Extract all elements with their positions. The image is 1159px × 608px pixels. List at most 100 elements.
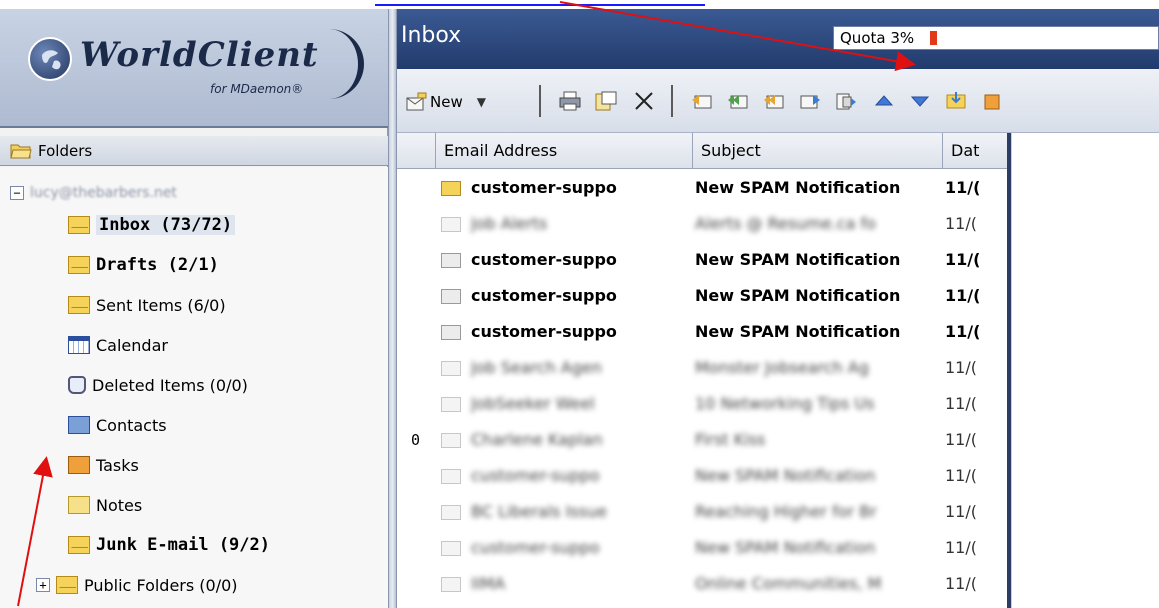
envelope-icon	[68, 536, 90, 554]
message-date: 11/(	[945, 286, 981, 305]
folder-label: Notes	[96, 495, 143, 515]
quota-meter: Quota 3%	[833, 26, 1159, 50]
column-subject[interactable]: Subject	[692, 133, 942, 169]
folder-label: Sent Items (6/0)	[96, 295, 226, 315]
next-message-icon[interactable]	[909, 91, 931, 111]
more-tools-icon[interactable]	[981, 91, 1003, 111]
account-row[interactable]: − lucy@thebarbers.net	[10, 177, 177, 209]
message-row[interactable]: customer-suppo New SPAM Notification 11/(	[397, 317, 1007, 349]
new-label: New	[430, 93, 463, 111]
folder-item[interactable]: Deleted Items (0/0)	[68, 369, 248, 401]
top-link-underline[interactable]	[375, 0, 705, 6]
folder-label: Deleted Items (0/0)	[92, 375, 248, 395]
mark-message-icon[interactable]	[945, 91, 967, 111]
attachment-icon: 0	[411, 431, 421, 449]
envelope-icon	[441, 217, 461, 232]
inbox-title-bar: Inbox Quota 3%	[397, 9, 1159, 69]
forward-icon[interactable]	[799, 91, 821, 111]
envelope-icon	[68, 216, 90, 234]
message-row[interactable]: JobSeeker Weel 10 Networking Tips Us 11/(	[397, 389, 1007, 421]
message-from: Job Alerts	[471, 214, 548, 233]
message-row[interactable]: BC Liberals Issue Reaching Higher for Br 1…	[397, 497, 1007, 529]
folder-item[interactable]: Contacts	[68, 409, 167, 441]
message-date: 11/(	[945, 322, 981, 341]
message-row[interactable]: Job Search Agen Monster Jobsearch Ag 11/(	[397, 353, 1007, 385]
pane-splitter[interactable]	[388, 9, 397, 608]
message-date: 11/(	[945, 502, 977, 521]
folder-item[interactable]: Notes	[68, 489, 142, 521]
message-row[interactable]: 0 Charlene Kaplan First Kiss 11/(	[397, 425, 1007, 457]
column-date[interactable]: Dat	[942, 133, 1007, 169]
folder-item[interactable]: Tasks	[68, 449, 139, 481]
folder-label: Contacts	[96, 415, 167, 435]
print-icon[interactable]	[559, 91, 581, 111]
message-from: customer-suppo	[471, 538, 600, 557]
folder-item[interactable]: Junk E-mail (9/2)	[68, 529, 270, 561]
folders-header-label: Folders	[38, 142, 93, 160]
unread-envelope-icon	[441, 181, 461, 196]
previous-message-icon[interactable]	[873, 91, 895, 111]
folder-item[interactable]: Inbox (73/72)	[68, 209, 236, 241]
message-date: 11/(	[945, 466, 977, 485]
message-row[interactable]: customer-suppo New SPAM Notification 11/(	[397, 461, 1007, 493]
envelope-icon	[441, 577, 461, 592]
logo-subtitle: for MDaemon®	[210, 82, 304, 96]
folder-item[interactable]: Calendar	[68, 329, 168, 361]
message-subject: New SPAM Notification	[695, 466, 876, 485]
delete-icon[interactable]	[633, 91, 655, 111]
column-email-address[interactable]: Email Address	[435, 133, 692, 169]
folder-label: Tasks	[96, 455, 139, 475]
message-date: 11/(	[945, 574, 977, 593]
message-from: customer-suppo	[471, 286, 617, 305]
new-message-button[interactable]: New ▼	[405, 89, 486, 115]
message-row[interactable]: customer-suppo New SPAM Notification 11/(	[397, 281, 1007, 313]
reply-all-icon[interactable]	[727, 91, 749, 111]
folders-header: Folders	[0, 136, 388, 166]
message-date: 11/(	[945, 538, 977, 557]
envelope-icon	[56, 576, 78, 594]
reply-all-with-quote-icon[interactable]	[763, 91, 785, 111]
message-row[interactable]: IIMA Online Communities, M 11/(	[397, 569, 1007, 601]
envelope-icon	[441, 361, 461, 376]
envelope-icon	[441, 541, 461, 556]
message-row[interactable]: customer-suppo New SPAM Notification 11/(	[397, 533, 1007, 565]
message-list: customer-suppo New SPAM Notification 11/(J…	[397, 169, 1007, 608]
folder-label: Calendar	[96, 335, 168, 355]
reply-icon[interactable]	[691, 91, 713, 111]
chevron-down-icon[interactable]: ▼	[477, 95, 486, 109]
page-title: Inbox	[401, 23, 462, 48]
message-row[interactable]: customer-suppo New SPAM Notification 11/(	[397, 173, 1007, 205]
message-subject: New SPAM Notification	[695, 250, 901, 269]
message-subject: Reaching Higher for Br	[695, 502, 877, 521]
folder-open-icon	[10, 144, 32, 159]
collapse-toggle-icon[interactable]: −	[10, 186, 24, 200]
envelope-icon	[68, 296, 90, 314]
message-from: IIMA	[471, 574, 506, 593]
message-subject: Alerts @ Resume.ca fo	[695, 214, 876, 233]
envelope-icon	[441, 433, 461, 448]
message-row[interactable]: Job Alerts Alerts @ Resume.ca fo 11/(	[397, 209, 1007, 241]
folder-label: Drafts (2/1)	[96, 255, 219, 275]
move-to-folder-icon[interactable]	[595, 91, 617, 111]
column-flags[interactable]	[397, 133, 435, 169]
quota-fill	[930, 31, 937, 45]
envelope-icon	[68, 256, 90, 274]
toolbar-separator	[671, 85, 673, 117]
envelope-icon	[441, 397, 461, 412]
message-row[interactable]: customer-suppo New SPAM Notification 11/(	[397, 245, 1007, 277]
envelope-icon	[441, 289, 461, 304]
envelope-icon	[441, 325, 461, 340]
trash-icon	[68, 376, 86, 394]
expand-toggle-icon[interactable]: +	[36, 578, 50, 592]
envelope-icon	[441, 253, 461, 268]
folder-item[interactable]: + Public Folders (0/0)	[36, 569, 238, 601]
right-pane: Inbox Quota 3% New ▼ Email Address Subje…	[397, 9, 1159, 608]
forward-attachment-icon[interactable]	[835, 91, 857, 111]
folder-item[interactable]: Sent Items (6/0)	[68, 289, 226, 321]
message-date: 11/(	[945, 394, 977, 413]
tasks-icon	[68, 456, 90, 474]
folder-label: Junk E-mail (9/2)	[96, 535, 270, 555]
folder-item[interactable]: Drafts (2/1)	[68, 249, 219, 281]
message-subject: New SPAM Notification	[695, 538, 876, 557]
toolbar-separator	[539, 85, 541, 117]
